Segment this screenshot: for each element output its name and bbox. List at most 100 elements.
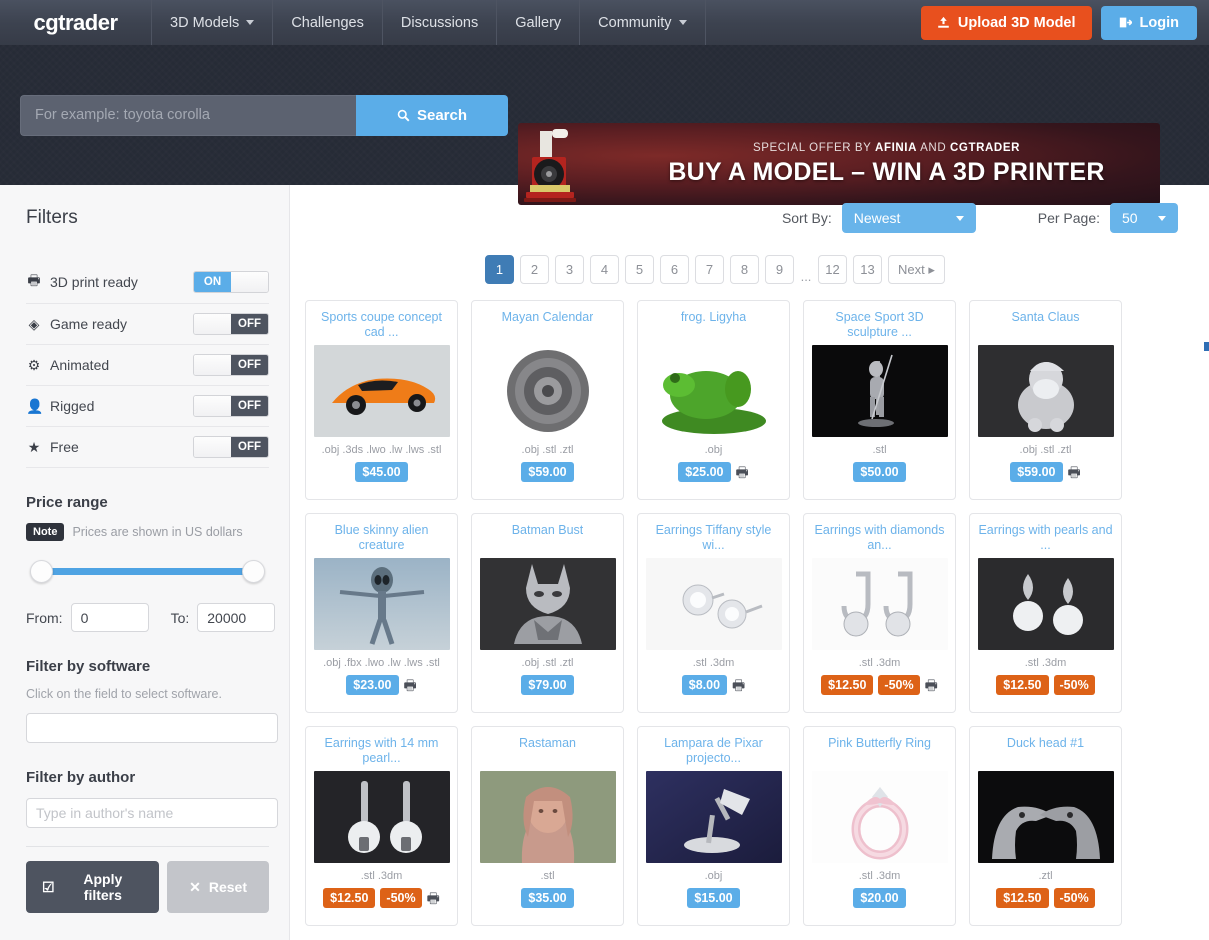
product-title[interactable]: Lampara de Pixar projecto... <box>645 736 782 766</box>
pagination-page-7[interactable]: 7 <box>695 255 724 284</box>
product-thumbnail[interactable] <box>645 558 782 650</box>
pagination-page-12[interactable]: 12 <box>818 255 847 284</box>
promo-banner[interactable]: SPECIAL OFFER BY AFINIA AND CGTRADER BUY… <box>518 123 1160 205</box>
product-thumbnail[interactable] <box>313 558 450 650</box>
nav-item-community[interactable]: Community <box>580 0 706 45</box>
product-card[interactable]: Earrings with diamonds an... .stl .3dm $12… <box>803 513 956 713</box>
product-title[interactable]: Mayan Calendar <box>502 310 594 340</box>
apply-filters-button[interactable]: ☑ Apply filters <box>26 861 160 913</box>
pagination-page-8[interactable]: 8 <box>730 255 759 284</box>
reset-filters-button[interactable]: ✕ Reset <box>167 861 269 913</box>
product-formats: .obj .3ds .lwo .lw .lws .stl <box>321 444 442 456</box>
product-card[interactable]: Mayan Calendar .obj .stl .ztl $59.00 <box>471 300 624 500</box>
product-card[interactable]: Earrings with pearls and ... .stl .3dm $12… <box>969 513 1122 713</box>
product-card[interactable]: Earrings Tiffany style wi... .stl .3dm $8.… <box>637 513 790 713</box>
toggle-game-ready[interactable]: OFF <box>193 313 269 335</box>
search-input[interactable] <box>20 94 356 136</box>
nav-item-discussions[interactable]: Discussions <box>383 0 498 45</box>
product-price: $59.00 <box>1010 462 1063 482</box>
product-title[interactable]: Earrings with 14 mm pearl... <box>313 736 450 766</box>
price-from-input[interactable] <box>70 603 149 632</box>
sort-by-select[interactable]: Newest <box>841 203 976 233</box>
pagination-page-13[interactable]: 13 <box>853 255 882 284</box>
product-formats: .ztl <box>1038 870 1053 882</box>
toggle-free[interactable]: OFF <box>193 436 269 458</box>
product-thumbnail[interactable] <box>479 771 616 863</box>
pagination-next-button[interactable]: Next ▸ <box>888 255 945 284</box>
product-title[interactable]: Duck head #1 <box>1007 736 1084 766</box>
pagination-page-6[interactable]: 6 <box>660 255 689 284</box>
login-button[interactable]: Login <box>1100 5 1197 40</box>
product-card[interactable]: Sports coupe concept cad ... .obj .3ds .l… <box>305 300 458 500</box>
product-title[interactable]: Sports coupe concept cad ... <box>313 310 450 340</box>
filter-row-free[interactable]: ★ Free OFF <box>26 427 269 468</box>
product-formats: .stl <box>540 870 555 882</box>
pagination-page-5[interactable]: 5 <box>625 255 654 284</box>
product-card[interactable]: Lampara de Pixar projecto... .obj $15.00 <box>637 726 790 926</box>
pagination-page-9[interactable]: 9 <box>765 255 794 284</box>
toggle-rigged[interactable]: OFF <box>193 395 269 417</box>
product-thumbnail[interactable] <box>313 771 450 863</box>
product-title[interactable]: Rastaman <box>519 736 576 766</box>
nav-item-3d-models[interactable]: 3D Models <box>152 0 274 45</box>
toggle-animated[interactable]: OFF <box>193 354 269 376</box>
product-card[interactable]: Santa Claus .obj .stl .ztl $59.00 🖶 <box>969 300 1122 500</box>
product-title[interactable]: Earrings with diamonds an... <box>811 523 948 553</box>
site-logo[interactable]: cgtrader <box>0 0 152 45</box>
product-card[interactable]: Batman Bust .obj .stl .ztl $79.00 <box>471 513 624 713</box>
search-button[interactable]: Search <box>356 94 508 136</box>
product-title[interactable]: Space Sport 3D sculpture ... <box>811 310 948 340</box>
product-card[interactable]: Rastaman .stl $35.00 <box>471 726 624 926</box>
product-title[interactable]: Batman Bust <box>512 523 584 553</box>
product-title[interactable]: Santa Claus <box>1011 310 1079 340</box>
printer-icon: 🖶 <box>403 677 417 693</box>
product-thumbnail[interactable] <box>811 345 948 437</box>
product-card[interactable]: Pink Butterfly Ring .stl .3dm $20.00 <box>803 726 956 926</box>
product-thumbnail[interactable] <box>977 771 1114 863</box>
product-discount-badge: -50% <box>1053 675 1095 695</box>
product-thumbnail[interactable] <box>479 558 616 650</box>
product-card[interactable]: Blue skinny alien creature .obj .fbx .lwo… <box>305 513 458 713</box>
filter-row-rigged[interactable]: 👤 Rigged OFF <box>26 386 269 427</box>
filter-row-3d-print-ready[interactable]: 🖶 3D print ready ON <box>26 261 269 304</box>
pagination-page-1[interactable]: 1 <box>485 255 514 284</box>
price-range-slider[interactable] <box>30 559 265 583</box>
product-card[interactable]: Space Sport 3D sculpture ... .stl $50.00 <box>803 300 956 500</box>
toggle-3d-print-ready[interactable]: ON <box>193 271 269 293</box>
product-card[interactable]: Duck head #1 .ztl $12.50 -50% <box>969 726 1122 926</box>
software-filter-input[interactable] <box>26 713 278 743</box>
product-thumbnail[interactable] <box>645 345 782 437</box>
author-filter-input[interactable] <box>26 798 278 828</box>
product-card[interactable]: Earrings with 14 mm pearl... .stl .3dm $12… <box>305 726 458 926</box>
slider-handle-min[interactable] <box>30 560 53 583</box>
price-to-input[interactable] <box>197 603 276 632</box>
product-title[interactable]: Blue skinny alien creature <box>313 523 450 553</box>
nav-item-challenges[interactable]: Challenges <box>273 0 383 45</box>
filter-row-animated[interactable]: ⚙ Animated OFF <box>26 345 269 386</box>
product-title[interactable]: Pink Butterfly Ring <box>828 736 931 766</box>
upload-3d-model-button[interactable]: Upload 3D Model <box>920 5 1092 40</box>
product-title[interactable]: Earrings with pearls and ... <box>977 523 1114 553</box>
product-thumbnail[interactable] <box>645 771 782 863</box>
product-badges: $12.50 -50% <box>996 888 1095 908</box>
filter-row-game-ready[interactable]: ◈ Game ready OFF <box>26 304 269 345</box>
nav-item-gallery[interactable]: Gallery <box>497 0 581 45</box>
product-thumbnail[interactable] <box>479 345 616 437</box>
product-badges: $45.00 <box>355 462 408 482</box>
product-thumbnail[interactable] <box>811 771 948 863</box>
product-thumbnail[interactable] <box>977 558 1114 650</box>
product-thumbnail[interactable] <box>977 345 1114 437</box>
slider-handle-max[interactable] <box>242 560 265 583</box>
pagination-page-4[interactable]: 4 <box>590 255 619 284</box>
pagination-page-3[interactable]: 3 <box>555 255 584 284</box>
product-title[interactable]: frog. Ligyha <box>681 310 746 340</box>
product-title[interactable]: Earrings Tiffany style wi... <box>645 523 782 553</box>
product-discount-badge: -50% <box>1053 888 1095 908</box>
per-page-select[interactable]: 50 <box>1110 203 1178 233</box>
star-icon: ★ <box>27 438 41 455</box>
product-thumbnail[interactable] <box>313 345 450 437</box>
product-card[interactable]: frog. Ligyha .obj $25.00 🖶 <box>637 300 790 500</box>
product-formats: .stl .3dm <box>1024 657 1067 669</box>
pagination-page-2[interactable]: 2 <box>520 255 549 284</box>
product-thumbnail[interactable] <box>811 558 948 650</box>
